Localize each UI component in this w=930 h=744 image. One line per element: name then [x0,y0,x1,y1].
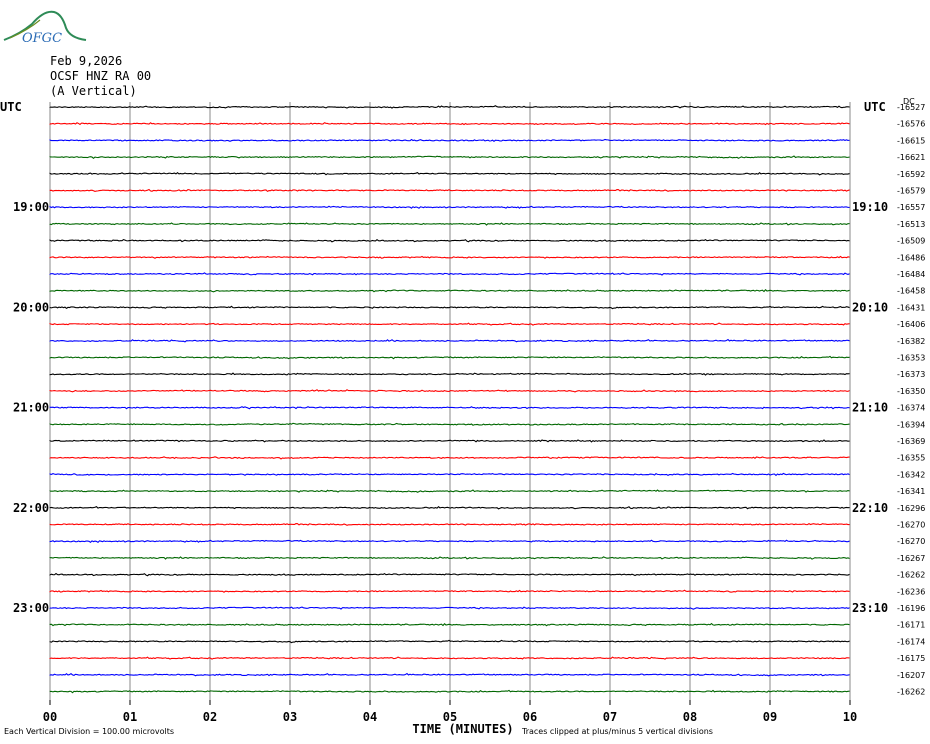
dc-offset-20: -16394 [897,420,925,429]
dc-offset-7: -16557 [897,203,925,212]
dc-offset-19: -16374 [897,404,925,413]
left-utc-label: UTC [0,100,22,114]
x-tick-10: 10 [843,710,857,724]
left-time-2200: 22:00 [13,501,49,515]
x-tick-04: 04 [363,710,377,724]
dc-offset-24: -16341 [897,487,925,496]
dc-offset-36: -16262 [897,688,925,697]
dc-offset-16: -16353 [897,354,925,363]
dc-offset-6: -16579 [897,187,925,196]
dc-offset-18: -16350 [897,387,925,396]
x-tick-01: 01 [123,710,137,724]
dc-offset-14: -16406 [897,320,925,329]
x-tick-08: 08 [683,710,697,724]
dc-offset-32: -16171 [897,621,925,630]
x-tick-06: 06 [523,710,537,724]
dc-offset-2: -16576 [897,120,925,129]
dc-offset-21: -16369 [897,437,925,446]
dc-offset-35: -16207 [897,671,925,680]
dc-offset-30: -16236 [897,587,925,596]
left-time-2100: 21:00 [13,401,49,415]
dc-offset-12: -16458 [897,287,925,296]
dc-offset-3: -16615 [897,136,925,145]
left-time-2300: 23:00 [13,601,49,615]
dc-offset-22: -16355 [897,454,925,463]
dc-offset-10: -16486 [897,253,925,262]
footer-scale-note: Each Vertical Division = 100.00 microvol… [4,727,174,736]
x-tick-02: 02 [203,710,217,724]
dc-offset-8: -16513 [897,220,925,229]
right-time-2310: 23:10 [852,601,888,615]
x-axis-title: TIME (MINUTES) [412,722,513,736]
dc-offset-34: -16175 [897,654,925,663]
dc-offset-33: -16174 [897,637,925,646]
dc-offset-9: -16509 [897,237,925,246]
x-tick-00: 00 [43,710,57,724]
dc-offset-31: -16196 [897,604,925,613]
x-tick-07: 07 [603,710,617,724]
left-time-1900: 19:00 [13,200,49,214]
labels: 00 01 02 03 04 05 06 07 08 09 10-16527-16576-16615… [13,103,925,724]
seismogram-chart: 00 01 02 03 04 05 06 07 08 09 10-16527-16576-16615… [0,97,925,736]
right-time-1910: 19:10 [852,200,888,214]
dc-offset-28: -16267 [897,554,925,563]
right-time-2110: 21:10 [852,401,888,415]
dc-offset-15: -16382 [897,337,925,346]
dc-offset-4: -16621 [897,153,925,162]
x-tick-03: 03 [283,710,297,724]
right-time-2010: 20:10 [852,300,888,314]
dc-offset-27: -16270 [897,537,925,546]
right-utc-label: UTC [864,100,886,114]
dc-offset-11: -16484 [897,270,925,279]
x-tick-09: 09 [763,710,777,724]
dc-offset-23: -16342 [897,470,925,479]
dc-offset-29: -16262 [897,571,925,580]
dc-label: DC [903,97,915,106]
left-time-2000: 20:00 [13,300,49,314]
dc-offset-25: -16296 [897,504,925,513]
right-time-2210: 22:10 [852,501,888,515]
dc-offset-17: -16373 [897,370,925,379]
footer-clip-note: Traces clipped at plus/minus 5 vertical … [521,727,713,736]
dc-offset-5: -16592 [897,170,925,179]
grid [49,102,851,705]
dc-offset-26: -16270 [897,521,925,530]
dc-offset-13: -16431 [897,303,925,312]
